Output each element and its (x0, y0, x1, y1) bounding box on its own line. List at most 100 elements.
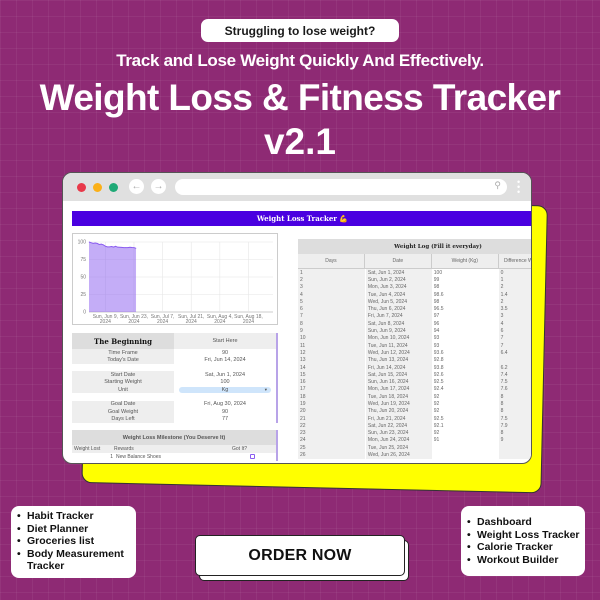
beginning-value[interactable]: 100 (220, 379, 229, 385)
main-title: Weight Loss & Fitness Tracker (39, 77, 561, 118)
log-weight[interactable]: 98 (431, 283, 499, 291)
beginning-value[interactable]: Fri, Aug 30, 2024 (204, 401, 246, 407)
log-difference: 8 (498, 407, 531, 415)
log-difference: 4 (498, 320, 531, 328)
log-date: Fri, Jun 7, 2024 (364, 312, 432, 321)
beginning-value[interactable]: 90 (222, 350, 228, 356)
log-day: 23 (298, 429, 365, 437)
beginning-value[interactable]: Sat, Jun 1, 2024 (205, 372, 245, 378)
log-weight[interactable]: 92.8 (431, 356, 499, 364)
log-weight[interactable]: 92.1 (431, 422, 499, 430)
log-date: Mon, Jun 24, 2024 (364, 436, 432, 445)
log-difference: 7 (498, 341, 531, 350)
log-row: 7 Fri, Jun 7, 2024 97 3 (298, 312, 531, 321)
beginning-label: Goal Weight (72, 408, 174, 416)
subtitle: Track and Lose Weight Quickly And Effect… (116, 51, 484, 70)
log-day: 7 (298, 312, 365, 321)
close-dot-icon[interactable] (77, 183, 86, 192)
weight-area (89, 242, 137, 312)
col-got-it: Got It? (232, 446, 248, 452)
log-weight[interactable]: 97 (431, 312, 499, 321)
x-tick-year: 2024 (157, 319, 168, 325)
log-day: 24 (298, 436, 365, 445)
feature-item: Body Measurement Tracker (15, 548, 132, 573)
y-tick-label: 75 (80, 257, 86, 263)
beginning-label: Start Date (72, 371, 174, 379)
log-difference: 1 (498, 276, 531, 284)
beginning-value[interactable]: Fri, Jun 14, 2024 (204, 357, 245, 363)
beginning-row: Days Left 77 (72, 415, 278, 423)
beginning-value[interactable]: 90 (222, 409, 228, 415)
log-weight[interactable]: 92 (431, 393, 499, 401)
log-weight[interactable]: 93.6 (431, 349, 499, 357)
log-row: 8 Sat, Jun 8, 2024 96 4 (298, 320, 531, 328)
maximize-dot-icon[interactable] (109, 183, 118, 192)
log-weight[interactable]: 98 (431, 298, 499, 306)
log-weight[interactable]: 92 (431, 400, 499, 408)
data-point (111, 246, 112, 247)
beginning-label: Goal Date (72, 400, 174, 409)
unit-select[interactable]: Kg ▼ (179, 386, 271, 393)
log-date: Sat, Jun 15, 2024 (364, 371, 432, 379)
back-arrow-icon[interactable]: ← (129, 179, 144, 194)
address-bar[interactable]: ⚲ (175, 179, 507, 195)
search-icon: ⚲ (494, 180, 501, 190)
log-weight[interactable]: 96 (431, 320, 499, 328)
beginning-label: Days Left (72, 415, 174, 423)
milestone-checkbox[interactable] (250, 453, 276, 461)
log-row: 6 Thu, Jun 6, 2024 96.5 3.5 (298, 305, 531, 313)
log-difference: 2 (498, 298, 531, 306)
log-weight[interactable]: 93 (431, 341, 499, 350)
col-rewards: Rewards (114, 446, 134, 452)
log-difference (498, 444, 531, 452)
forward-arrow-icon[interactable]: → (151, 179, 166, 194)
browser-menu-icon[interactable]: • • • (517, 178, 520, 197)
data-point (98, 244, 100, 245)
x-tick-year: 2024 (128, 319, 139, 325)
log-weight[interactable]: 96.5 (431, 305, 499, 313)
col-date: Date (365, 254, 432, 268)
log-day: 6 (298, 305, 365, 313)
start-here-label: Start Here (174, 333, 278, 349)
x-tick-year: 2024 (100, 319, 111, 325)
log-date: Wed, Jun 19, 2024 (364, 400, 432, 408)
beginning-row (72, 363, 278, 372)
log-difference: 8 (498, 393, 531, 401)
log-row: 22 Sat, Jun 22, 2024 92.1 7.9 (298, 422, 531, 430)
log-date: Tue, Jun 18, 2024 (364, 393, 432, 401)
beginning-value[interactable]: 77 (222, 416, 228, 422)
log-weight[interactable]: 91 (431, 436, 499, 445)
weight-log-header: Days Date Weight (Kg) Difference W (298, 254, 531, 269)
log-weight[interactable]: 93.8 (431, 363, 499, 372)
log-weight[interactable] (431, 451, 499, 459)
log-weight[interactable]: 92.5 (431, 414, 499, 423)
log-weight[interactable] (431, 444, 499, 452)
log-weight[interactable]: 92 (431, 407, 499, 415)
dropdown-caret-icon: ▼ (263, 387, 268, 393)
log-weight[interactable]: 92.4 (431, 385, 499, 394)
log-day: 1 (298, 269, 365, 277)
log-weight[interactable]: 93 (431, 334, 499, 342)
log-weight[interactable]: 92 (431, 429, 499, 437)
beginning-row: Time Frame 90 (72, 349, 278, 357)
log-weight[interactable]: 92.5 (431, 378, 499, 386)
data-point (119, 246, 120, 248)
data-point (105, 245, 106, 247)
y-tick-label: 100 (78, 240, 87, 246)
log-day: 19 (298, 400, 365, 408)
order-now-button[interactable]: ORDER NOW (195, 535, 405, 576)
log-difference: 6.4 (498, 349, 531, 357)
log-row: 2 Sun, Jun 2, 2024 99 1 (298, 276, 531, 284)
log-weight[interactable]: 100 (431, 269, 499, 277)
log-weight[interactable]: 94 (431, 327, 499, 335)
log-date: Sat, Jun 8, 2024 (364, 320, 432, 328)
log-date: Fri, Jun 21, 2024 (364, 414, 432, 423)
log-row: 17 Mon, Jun 17, 2024 92.4 7.6 (298, 385, 531, 394)
log-date: Sun, Jun 16, 2024 (364, 378, 432, 386)
log-weight[interactable]: 98.6 (431, 290, 499, 299)
beginning-label: Unit (72, 385, 174, 394)
y-tick-label: 25 (80, 292, 86, 298)
log-weight[interactable]: 99 (431, 276, 499, 284)
log-weight[interactable]: 92.6 (431, 371, 499, 379)
minimize-dot-icon[interactable] (93, 183, 102, 192)
